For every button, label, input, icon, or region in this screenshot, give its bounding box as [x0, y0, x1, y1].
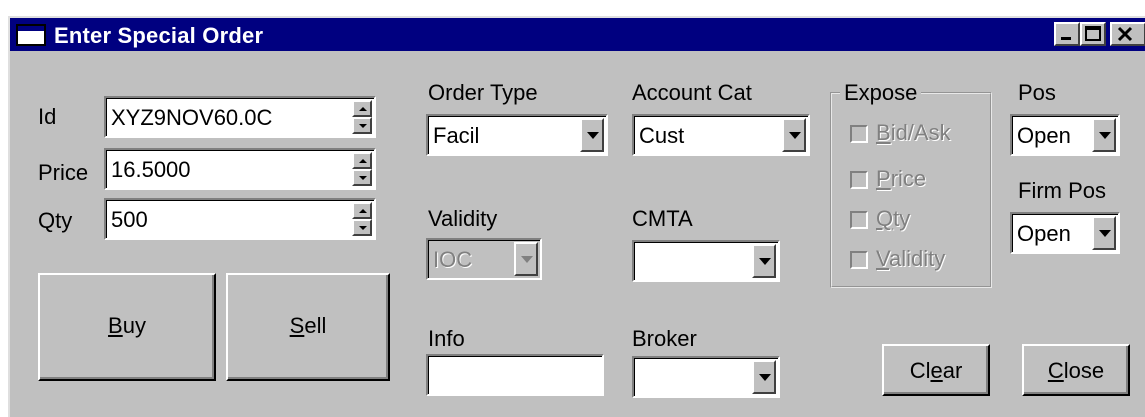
qty-input[interactable]: 500: [104, 198, 376, 240]
qty-label: Qty: [38, 208, 73, 233]
maximize-icon: [1085, 26, 1101, 41]
clear-post: ar: [942, 358, 963, 383]
validity-dropdown-icon[interactable]: [514, 242, 538, 276]
validity-value: IOC: [433, 247, 473, 272]
qty-checkbox[interactable]: [850, 211, 868, 229]
clear-pre: Cl: [909, 358, 931, 383]
minimize-icon: [1061, 37, 1071, 40]
account-cat-label: Account Cat: [632, 80, 752, 105]
account-cat-dropdown-icon[interactable]: [782, 118, 806, 152]
window-title: Enter Special Order: [54, 23, 264, 48]
broker-label: Broker: [632, 326, 697, 351]
account-cat-value: Cust: [639, 123, 685, 148]
minimize-button[interactable]: [1054, 22, 1080, 46]
window-icon: [16, 24, 46, 46]
expose-title: Expose: [840, 80, 922, 106]
close-accel: C: [1047, 358, 1064, 383]
maximize-button[interactable]: [1080, 22, 1106, 46]
bid-ask-accel: B: [876, 120, 891, 145]
firm-pos-select[interactable]: Open: [1010, 212, 1120, 254]
pos-value: Open: [1017, 123, 1071, 148]
firm-pos-label: Firm Pos: [1018, 178, 1106, 203]
price-expose-label: Price: [876, 166, 926, 192]
id-value: XYZ9NOV60.0C: [111, 105, 273, 130]
order-type-label: Order Type: [428, 80, 538, 105]
account-cat-select[interactable]: Cust: [632, 114, 810, 156]
id-label: Id: [38, 104, 57, 129]
qty-value: 500: [111, 207, 148, 232]
bid-ask-checkbox[interactable]: [850, 125, 868, 143]
broker-dropdown-icon[interactable]: [752, 360, 776, 394]
order-type-select[interactable]: Facil: [426, 114, 608, 156]
buy-accel: B: [108, 313, 123, 338]
buy-button[interactable]: Buy: [38, 273, 216, 381]
pos-dropdown-icon[interactable]: [1092, 118, 1116, 152]
info-input[interactable]: [426, 354, 604, 396]
sell-label-rest: ell: [304, 313, 327, 338]
order-type-dropdown-icon[interactable]: [580, 118, 604, 152]
validity-checkbox[interactable]: [850, 251, 868, 269]
broker-select[interactable]: [632, 356, 780, 398]
validity-accel: V: [876, 246, 890, 271]
price-spinner[interactable]: [352, 152, 372, 186]
sell-button[interactable]: Sell: [226, 273, 390, 381]
validity-label: Validity: [428, 206, 498, 231]
qty-expose-label: Qty: [876, 206, 910, 232]
price-accel: P: [876, 166, 891, 191]
bid-ask-rest: id/Ask: [890, 120, 951, 145]
validity-expose-label: Validity: [876, 246, 945, 272]
price-checkbox[interactable]: [850, 171, 868, 189]
cmta-dropdown-icon[interactable]: [752, 244, 776, 278]
id-input[interactable]: XYZ9NOV60.0C: [104, 96, 376, 138]
close-button[interactable]: Close: [1022, 344, 1130, 396]
validity-select[interactable]: IOC: [426, 238, 542, 280]
cmta-label: CMTA: [632, 206, 693, 231]
pos-label: Pos: [1018, 80, 1056, 105]
title-bar[interactable]: Enter Special Order: [10, 18, 1145, 51]
validity-rest: alidity: [889, 246, 946, 271]
qty-accel: Q: [876, 206, 894, 231]
price-rest: rice: [890, 166, 927, 191]
pos-select[interactable]: Open: [1010, 114, 1120, 156]
sell-accel: S: [289, 313, 305, 338]
order-type-value: Facil: [433, 123, 480, 148]
price-label: Price: [38, 160, 89, 185]
firm-pos-value: Open: [1017, 221, 1071, 246]
price-input[interactable]: 16.5000: [104, 148, 376, 190]
id-spinner[interactable]: [352, 100, 372, 134]
qty-rest: ty: [893, 206, 911, 231]
buy-label-rest: uy: [122, 313, 146, 338]
bid-ask-label: Bid/Ask: [876, 120, 951, 146]
info-label: Info: [428, 326, 465, 351]
qty-spinner[interactable]: [352, 202, 372, 236]
order-window: Enter Special Order Id XYZ9NOV60.0C Pric…: [8, 16, 1145, 417]
clear-button[interactable]: Clear: [882, 344, 990, 396]
cmta-select[interactable]: [632, 240, 780, 282]
close-icon: [1117, 26, 1133, 42]
close-label-rest: lose: [1063, 358, 1105, 383]
price-value: 16.5000: [111, 157, 191, 182]
firm-pos-dropdown-icon[interactable]: [1092, 216, 1116, 250]
clear-accel: e: [930, 358, 943, 383]
close-window-button[interactable]: [1110, 22, 1145, 46]
